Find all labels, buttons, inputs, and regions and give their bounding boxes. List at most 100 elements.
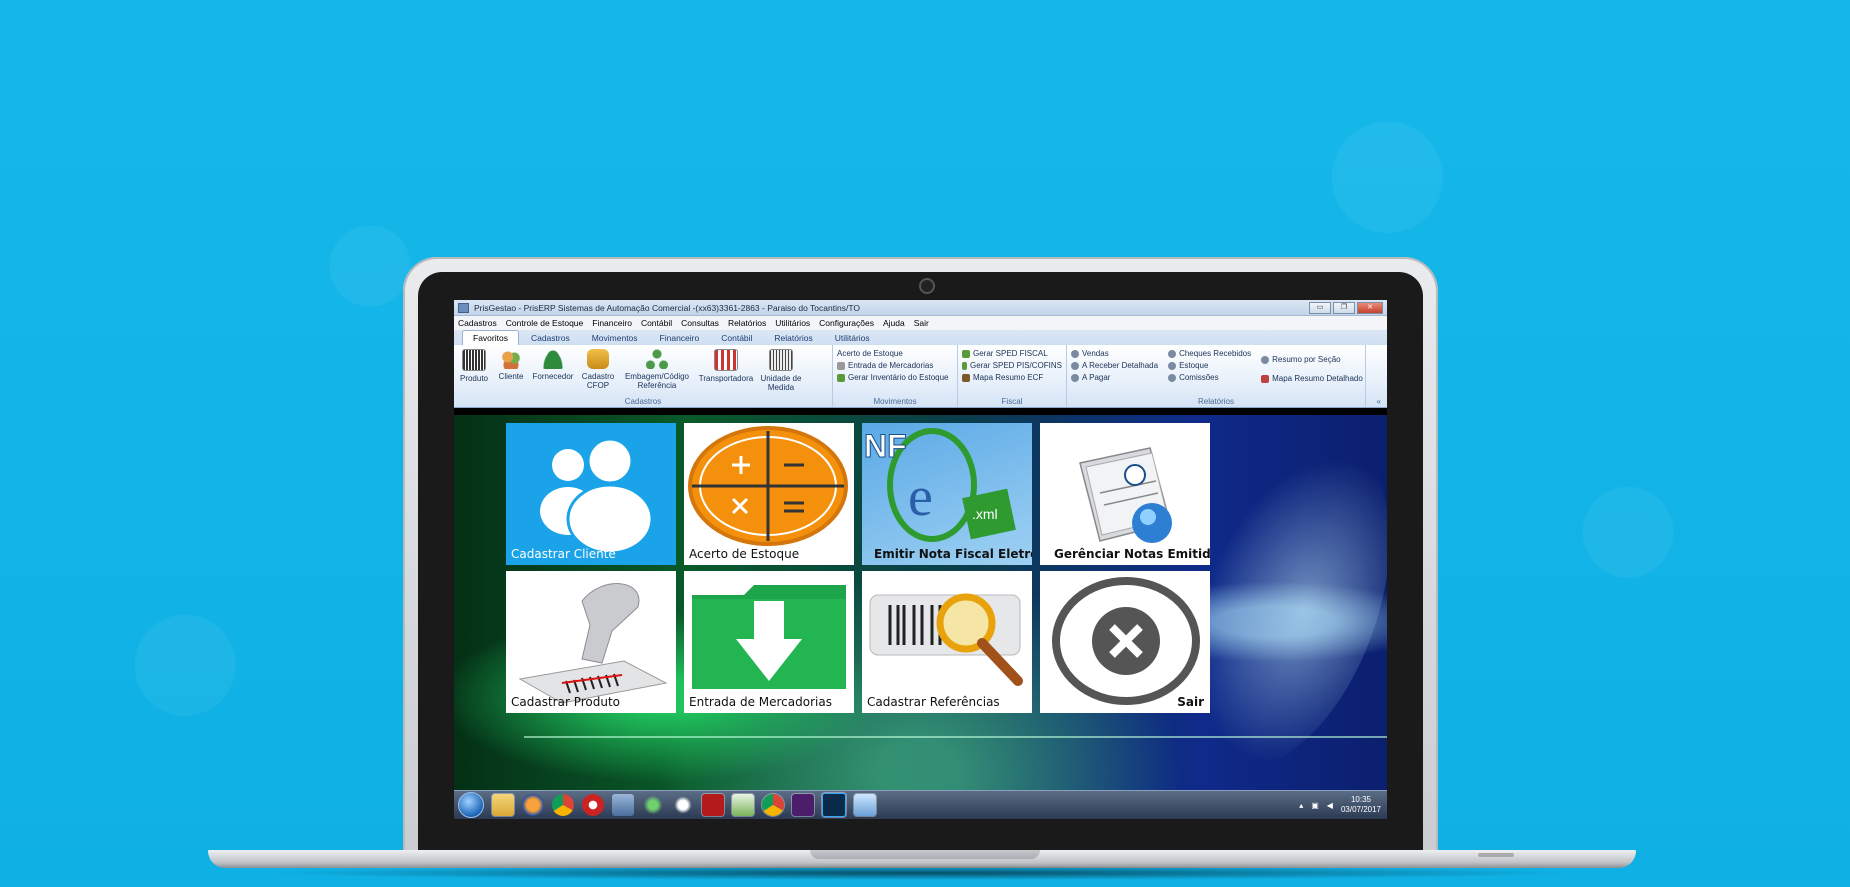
ribbon-resumo-secao[interactable]: Resumo por Seção [1261,355,1363,364]
ribbon-sped-pis[interactable]: Gerar SPED PIS/COFINS [962,361,1062,370]
tile-cadastrar-cliente[interactable]: Cadastrar Cliente [506,423,676,565]
ribbon-cheques[interactable]: Cheques Recebidos [1168,349,1251,358]
map-icon [962,373,970,382]
ribbon-vendas[interactable]: Vendas [1071,349,1158,358]
tile-cadastrar-referencias[interactable]: Cadastrar Referências [862,571,1032,713]
tray-expand-icon[interactable]: ▴ [1299,801,1303,810]
report-icon [1071,361,1079,370]
tile-sair[interactable]: Sair [1040,571,1210,713]
menu-contabil[interactable]: Contábil [641,318,672,328]
wallpaper-line [524,736,1387,738]
ribbon-tabs: Favoritos Cadastros Movimentos Financeir… [454,330,1387,345]
clock-date: 03/07/2017 [1340,805,1381,814]
tile-label: Cadastrar Produto [511,695,621,709]
tile-entrada-mercadorias[interactable]: Entrada de Mercadorias [684,571,854,713]
system-tray: ▴ ▣ ◀ 10:35 03/07/2017 [1299,795,1387,815]
ribbon-item-label: A Receber Detalhada [1082,361,1159,370]
folder-icon[interactable] [491,793,515,817]
ribbon-cfop-button[interactable]: Cadastro CFOP [580,347,616,392]
report-icon [1168,373,1177,382]
restore-button[interactable]: ❐ [1333,301,1355,314]
database-icon[interactable] [612,794,634,816]
chrome-icon[interactable] [552,794,574,816]
menu-consultas[interactable]: Consultas [681,318,719,328]
ribbon-item-label: A Pagar [1082,373,1111,382]
menu-controle-estoque[interactable]: Controle de Estoque [506,318,584,328]
taskbar: ▴ ▣ ◀ 10:35 03/07/2017 [454,790,1387,819]
ribbon-estoque[interactable]: Estoque [1168,361,1251,370]
ribbon-item-label: Entrada de Mercadorias [848,361,934,370]
ribbon-mapa-detalhado[interactable]: Mapa Resumo Detalhado [1261,374,1363,383]
pdf-icon[interactable] [701,793,725,817]
tab-movimentos[interactable]: Movimentos [582,331,648,345]
ribbon-entrada-mercadorias[interactable]: Entrada de Mercadorias [837,361,953,370]
group-label-fiscal: Fiscal [1001,397,1023,406]
tile-label: Acerto de Estoque [689,547,800,561]
tab-utilitarios[interactable]: Utilitários [825,331,880,345]
ribbon-item-label: Gerar SPED PIS/COFINS [969,361,1062,370]
ribbon-pagar[interactable]: A Pagar [1071,373,1158,382]
tile-acerto-estoque[interactable]: Acerto de Estoque [684,423,854,565]
tab-financeiro[interactable]: Financeiro [650,331,710,345]
ribbon-comissoes[interactable]: Comissões [1168,373,1251,382]
ribbon-fornecedor-button[interactable]: Fornecedor [532,347,574,392]
documents-icon [1079,447,1172,543]
ribbon-item-label: Mapa Resumo ECF [973,373,1044,382]
menu-cadastros[interactable]: Cadastros [458,318,497,328]
ribbon-embalagem-button[interactable]: Embagem/Código Referência [622,347,692,392]
ribbon-acerto-estoque[interactable]: Acerto de Estoque [837,349,953,358]
ribbon-produto-button[interactable]: Produto [458,347,490,392]
report-icon [1261,355,1270,364]
ribbon-group-relatorios: Vendas A Receber Detalhada A Pagar Chequ… [1067,345,1366,407]
volume-icon[interactable]: ◀ [1327,801,1333,810]
tile-emitir-nfe[interactable]: NF e .xml Emitir Nota Fiscal Eletrônica [862,423,1032,565]
monitor-icon[interactable] [853,793,877,817]
laptop-shadow [260,866,1580,880]
ps-purple-icon[interactable] [791,793,815,817]
report-icon [1261,374,1270,383]
firefox-icon[interactable] [522,794,544,816]
tab-relatorios[interactable]: Relatórios [764,331,822,345]
ribbon-item-label: Resumo por Seção [1272,355,1341,364]
ribbon-group-movimentos: Acerto de Estoque Entrada de Mercadorias… [833,345,958,407]
recycle-icon[interactable] [642,794,664,816]
store-icon [714,349,738,371]
menu-sair[interactable]: Sair [914,318,929,328]
person-icon [542,349,564,369]
tab-contabil[interactable]: Contábil [711,331,762,345]
photoshop-icon[interactable] [821,792,847,818]
ribbon-receber[interactable]: A Receber Detalhada [1071,361,1158,370]
ribbon-unidade-button[interactable]: Unidade de Medida [760,347,802,392]
tile-gerenciar-notas[interactable]: Gerênciar Notas Emitidas [1040,423,1210,565]
network-tray-icon[interactable]: ▣ [1311,801,1319,810]
users-icon [540,437,654,555]
collapse-ribbon-icon[interactable]: « [1377,397,1381,406]
start-button[interactable] [458,792,484,818]
ribbon-button-label: Embagem/Código Referência [624,372,690,390]
ribbon-cliente-button[interactable]: Cliente [496,347,526,392]
tab-cadastros[interactable]: Cadastros [521,331,580,345]
network-icon [646,349,668,369]
tile-label: Emitir Nota Fiscal Eletrônica [874,547,1032,561]
close-button[interactable]: ✕ [1357,301,1383,314]
menu-relatorios[interactable]: Relatórios [728,318,766,328]
tab-favoritos[interactable]: Favoritos [462,330,519,345]
tile-cadastrar-produto[interactable]: Cadastrar Produto [506,571,676,713]
paw-icon[interactable] [672,794,694,816]
app-red-icon[interactable] [582,794,604,816]
report-icon [1071,373,1079,382]
ribbon-gerar-inventario[interactable]: Gerar Inventário do Estoque [837,373,953,382]
ribbon-button-label: Unidade de Medida [760,374,802,392]
minimize-button[interactable]: ▭ [1309,301,1331,314]
menu-utilitarios[interactable]: Utilitários [775,318,810,328]
tile-label: Gerênciar Notas Emitidas [1054,547,1210,561]
ribbon-mapa-ecf[interactable]: Mapa Resumo ECF [962,373,1062,382]
clock[interactable]: 10:35 03/07/2017 [1341,795,1381,815]
menu-configuracoes[interactable]: Configurações [819,318,874,328]
ribbon-transportadora-button[interactable]: Transportadora [698,347,754,392]
menu-ajuda[interactable]: Ajuda [883,318,905,328]
spreadsheet-icon[interactable] [731,793,755,817]
menu-financeiro[interactable]: Financeiro [592,318,632,328]
chrome-icon[interactable] [761,793,785,817]
ribbon-sped-fiscal[interactable]: Gerar SPED FISCAL [962,349,1062,358]
